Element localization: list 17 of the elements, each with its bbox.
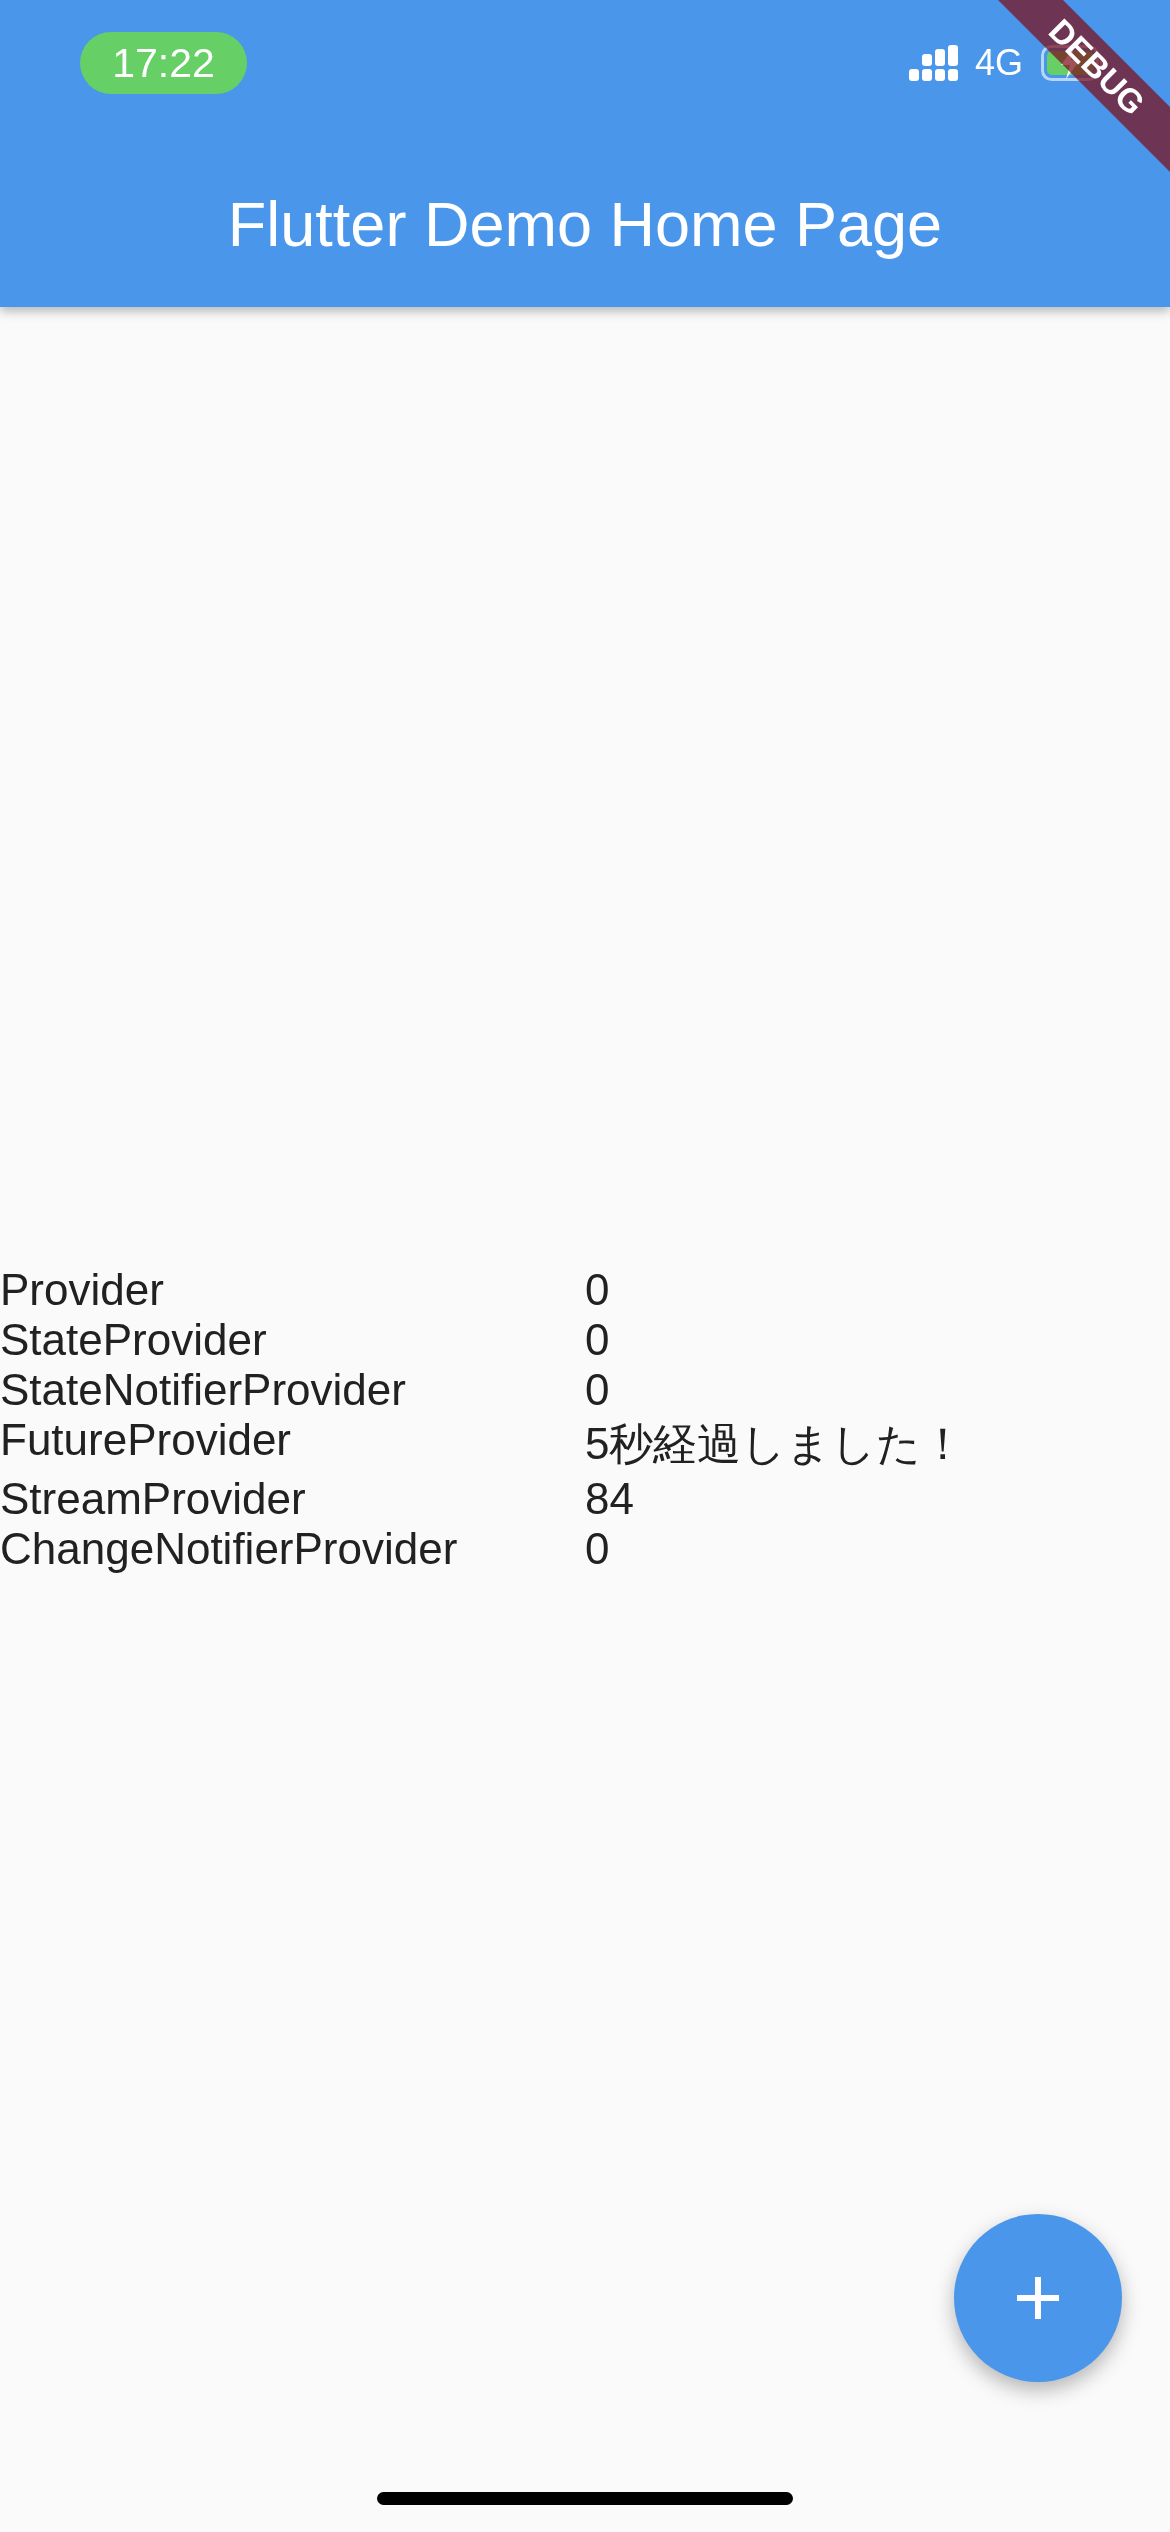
provider-value: 0 — [585, 1365, 610, 1415]
provider-value: 0 — [585, 1265, 610, 1315]
plus-icon — [1017, 2277, 1059, 2319]
provider-name: FutureProvider — [0, 1415, 291, 1465]
provider-name: StateProvider — [0, 1315, 267, 1365]
provider-value: 0 — [585, 1524, 610, 1574]
signal-icon — [908, 45, 959, 81]
provider-value: 0 — [585, 1315, 610, 1365]
provider-name: StreamProvider — [0, 1474, 306, 1524]
app-title: Flutter Demo Home Page — [226, 189, 944, 259]
add-button[interactable] — [954, 2214, 1122, 2382]
provider-name: StateNotifierProvider — [0, 1365, 406, 1415]
provider-value: 5秒経過しました！ — [585, 1418, 966, 1470]
provider-value: 84 — [585, 1474, 634, 1524]
status-time: 17:22 — [80, 32, 247, 94]
provider-name: ChangeNotifierProvider — [0, 1524, 458, 1574]
provider-name: Provider — [0, 1265, 164, 1315]
